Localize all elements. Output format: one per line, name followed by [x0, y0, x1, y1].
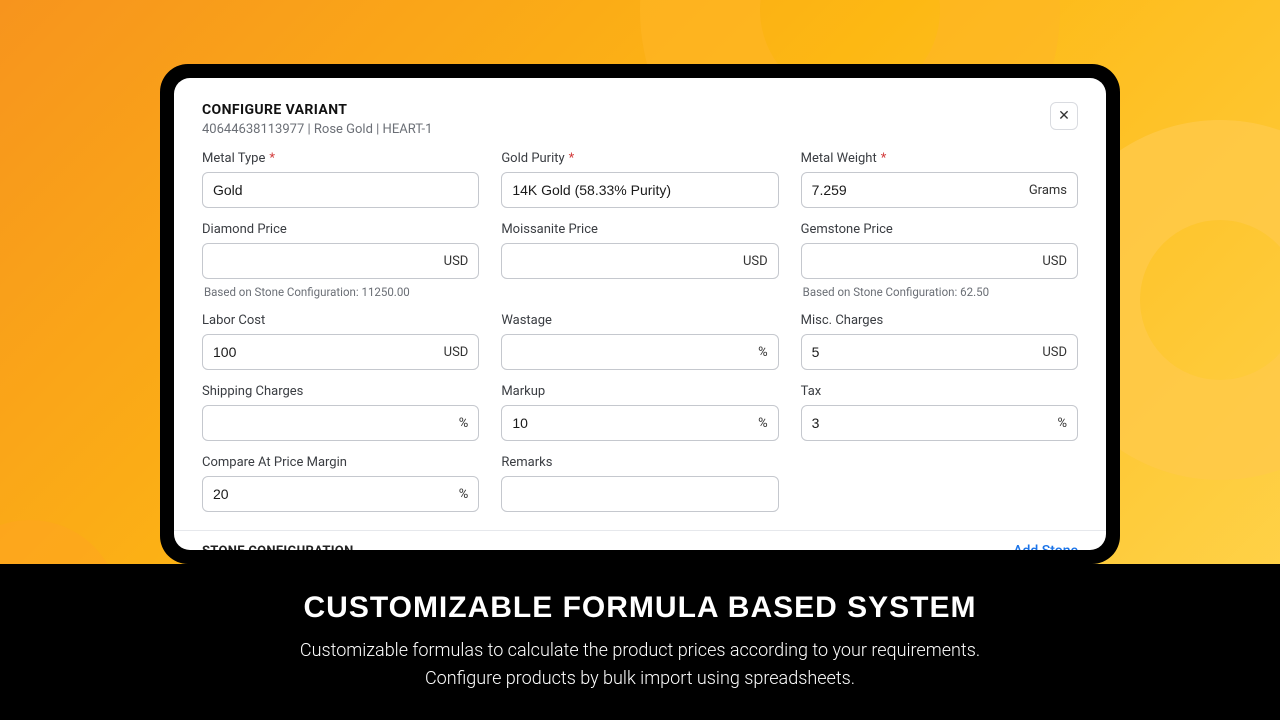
divider — [174, 530, 1106, 531]
field-labor-cost: Labor Cost USD — [202, 313, 479, 370]
moissanite-price-input[interactable] — [512, 244, 735, 278]
metal-weight-input[interactable] — [812, 173, 1021, 207]
field-diamond-price: Diamond Price USD Based on Stone Configu… — [202, 222, 479, 299]
field-remarks: Remarks — [501, 455, 778, 512]
tax-input[interactable] — [812, 406, 1050, 440]
field-wastage: Wastage % — [501, 313, 778, 370]
misc-charges-input[interactable] — [812, 335, 1035, 369]
promo-line-1: Customizable formulas to calculate the p… — [300, 637, 980, 665]
close-icon: ✕ — [1058, 108, 1070, 124]
field-gold-purity: Gold Purity* — [501, 151, 778, 208]
promo-heading: CUSTOMIZABLE FORMULA BASED SYSTEM — [303, 591, 976, 625]
field-moissanite-price: Moissanite Price USD — [501, 222, 778, 299]
field-markup: Markup % — [501, 384, 778, 441]
gold-purity-input[interactable] — [512, 173, 767, 207]
diamond-price-input[interactable] — [213, 244, 436, 278]
diamond-price-hint: Based on Stone Configuration: 11250.00 — [204, 285, 479, 299]
promo-line-2: Configure products by bulk import using … — [425, 665, 855, 693]
gemstone-price-input[interactable] — [812, 244, 1035, 278]
markup-input[interactable] — [512, 406, 750, 440]
labor-cost-input[interactable] — [213, 335, 436, 369]
field-shipping-charges: Shipping Charges % — [202, 384, 479, 441]
field-compare-at-margin: Compare At Price Margin % — [202, 455, 479, 512]
wastage-input[interactable] — [512, 335, 750, 369]
modal-title: CONFIGURE VARIANT — [202, 102, 432, 118]
unit-grams: Grams — [1021, 183, 1067, 198]
gemstone-price-hint: Based on Stone Configuration: 62.50 — [803, 285, 1078, 299]
add-stone-link[interactable]: Add Stone — [1013, 543, 1078, 550]
compare-at-margin-input[interactable] — [213, 477, 451, 511]
metal-type-input[interactable] — [213, 173, 468, 207]
section-stone-config-title: STONE CONFIGURATION — [202, 544, 354, 551]
device-frame: CONFIGURE VARIANT 40644638113977 | Rose … — [160, 64, 1120, 564]
promo-footer: CUSTOMIZABLE FORMULA BASED SYSTEM Custom… — [0, 564, 1280, 720]
field-misc-charges: Misc. Charges USD — [801, 313, 1078, 370]
modal-configure-variant: CONFIGURE VARIANT 40644638113977 | Rose … — [174, 78, 1106, 550]
remarks-input[interactable] — [512, 477, 767, 511]
field-gemstone-price: Gemstone Price USD Based on Stone Config… — [801, 222, 1078, 299]
modal-subtitle: 40644638113977 | Rose Gold | HEART-1 — [202, 122, 432, 137]
close-button[interactable]: ✕ — [1050, 102, 1078, 130]
field-metal-weight: Metal Weight* Grams — [801, 151, 1078, 208]
field-tax: Tax % — [801, 384, 1078, 441]
field-metal-type: Metal Type* — [202, 151, 479, 208]
shipping-charges-input[interactable] — [213, 406, 451, 440]
